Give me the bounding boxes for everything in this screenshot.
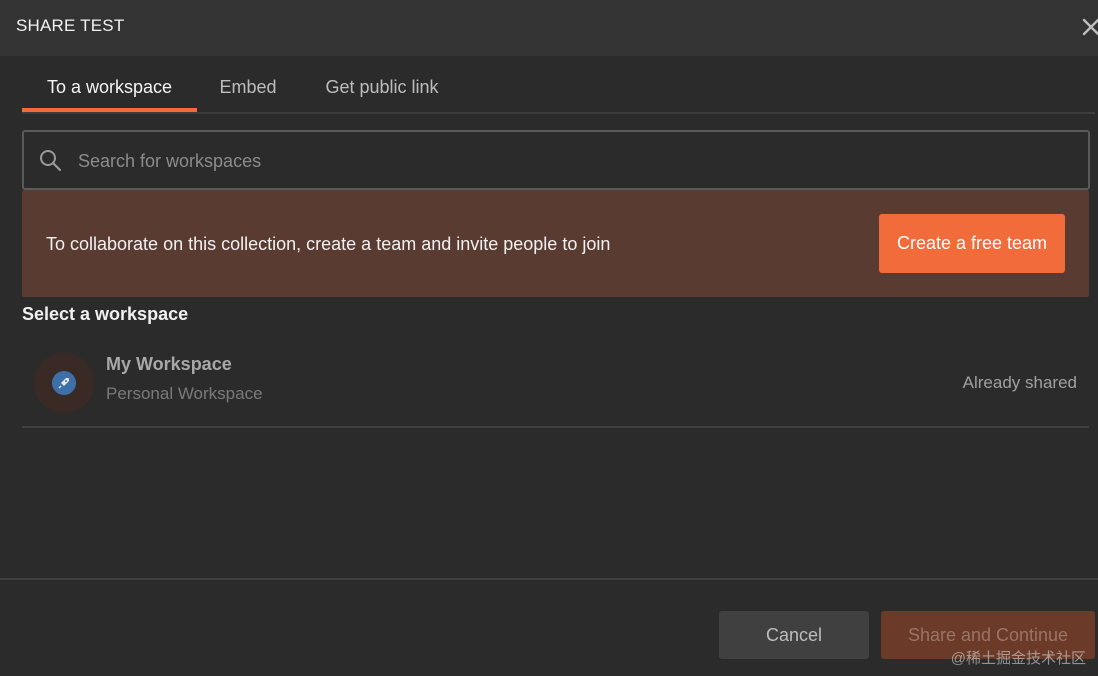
workspace-name: My Workspace [106, 354, 232, 374]
modal-title: SHARE TEST [16, 16, 125, 35]
share-modal: SHARE TEST To a workspace Embed Get publ… [0, 0, 1098, 676]
workspace-status: Already shared [962, 373, 1077, 392]
search-icon [40, 150, 62, 172]
cancel-button[interactable]: Cancel [719, 611, 869, 659]
search-box[interactable] [22, 130, 1090, 190]
tab-to-a-workspace[interactable]: To a workspace [22, 66, 197, 112]
search-input[interactable] [76, 132, 1060, 190]
rocket-icon [58, 378, 69, 389]
team-banner: To collaborate on this collection, creat… [22, 190, 1089, 297]
modal-header: SHARE TEST [0, 0, 1098, 56]
close-button[interactable] [1076, 14, 1098, 40]
tab-get-public-link[interactable]: Get public link [314, 66, 450, 110]
close-icon [1082, 18, 1098, 36]
create-free-team-button[interactable]: Create a free team [879, 214, 1065, 273]
watermark-text: @稀土掘金技术社区 [950, 650, 1086, 667]
footer-divider [0, 578, 1098, 580]
banner-text: To collaborate on this collection, creat… [46, 234, 611, 254]
workspace-avatar [34, 353, 94, 413]
tab-embed[interactable]: Embed [208, 66, 288, 110]
workspace-row[interactable]: My Workspace Personal Workspace Already … [22, 338, 1089, 428]
select-workspace-heading: Select a workspace [22, 304, 189, 324]
tab-bar: To a workspace Embed Get public link [22, 66, 1095, 114]
workspace-type: Personal Workspace [106, 384, 263, 403]
